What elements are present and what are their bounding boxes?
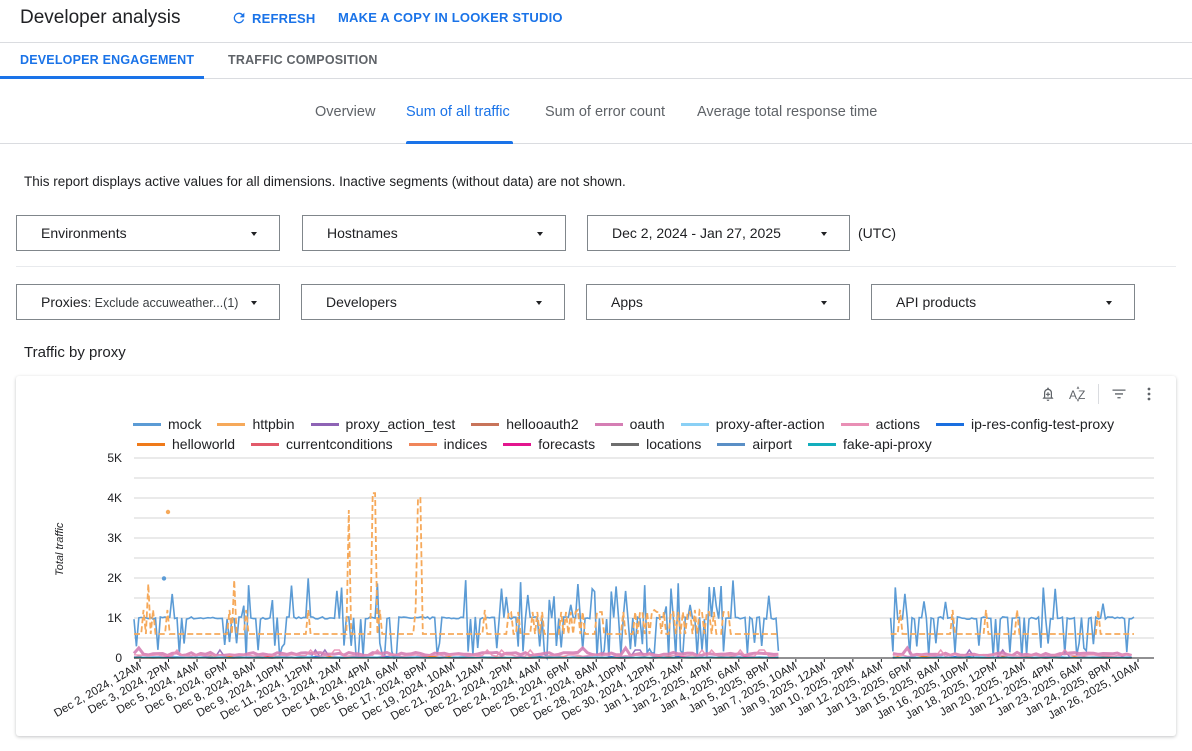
refresh-icon: [233, 12, 245, 24]
traffic-line-chart: 01K2K3K4K5KDec 2, 2024, 12AMDec 3, 2024,…: [52, 451, 1154, 723]
top-bar: Developer analysis REFRESH MAKE A COPY I…: [0, 0, 1192, 43]
dropdown-caret-icon: [251, 301, 257, 305]
date-range-label: Dec 2, 2024 - Jan 27, 2025: [612, 225, 781, 241]
tab-developer-engagement[interactable]: DEVELOPER ENGAGEMENT: [20, 53, 194, 67]
refresh-button[interactable]: REFRESH: [231, 10, 316, 26]
developers-label: Developers: [326, 294, 397, 310]
y-tick-label: 0: [115, 651, 122, 665]
series-point-httpbin: [165, 509, 171, 515]
report-note: This report displays active values for a…: [24, 174, 626, 189]
sub-tabs: Overview Sum of all traffic Sum of error…: [0, 80, 1192, 144]
apps-label: Apps: [611, 294, 643, 310]
y-tick-label: 3K: [107, 531, 122, 545]
hostnames-label: Hostnames: [327, 225, 398, 241]
y-tick-label: 4K: [107, 491, 122, 505]
apps-dropdown[interactable]: Apps: [586, 284, 850, 320]
make-copy-button[interactable]: MAKE A COPY IN LOOKER STUDIO: [338, 10, 563, 25]
timezone-label: (UTC): [858, 225, 897, 241]
dropdown-caret-icon: [821, 232, 827, 236]
main-tabs: DEVELOPER ENGAGEMENT TRAFFIC COMPOSITION: [0, 43, 1192, 79]
hostnames-dropdown[interactable]: Hostnames: [302, 215, 566, 251]
subtab-sum-of-error-count[interactable]: Sum of error count: [545, 104, 665, 120]
environments-label: Environments: [41, 225, 127, 241]
traffic-chart-card: AZ mock httpbin proxy_action_test hellooaut…: [16, 376, 1176, 736]
refresh-label: REFRESH: [252, 10, 316, 26]
y-tick-label: 2K: [107, 571, 122, 585]
tab-traffic-composition[interactable]: TRAFFIC COMPOSITION: [228, 53, 378, 67]
date-range-picker[interactable]: Dec 2, 2024 - Jan 27, 2025: [587, 215, 850, 251]
active-subtab-indicator: [406, 141, 513, 144]
y-tick-label: 5K: [107, 451, 122, 465]
series-line-httpbin: [134, 492, 1134, 635]
api-products-label: API products: [896, 294, 977, 310]
y-tick-label: 1K: [107, 611, 122, 625]
series-point-mock: [161, 576, 167, 581]
subtab-sum-of-all-traffic[interactable]: Sum of all traffic: [406, 104, 510, 120]
proxies-dropdown[interactable]: Proxies: Exclude accuweather...(1): [16, 284, 280, 320]
chart-section-title: Traffic by proxy: [24, 344, 126, 361]
dropdown-caret-icon: [821, 301, 827, 305]
developers-dropdown[interactable]: Developers: [301, 284, 565, 320]
active-tab-indicator: [0, 76, 204, 79]
dropdown-caret-icon: [1106, 301, 1112, 305]
proxies-field-name: Proxies: [41, 294, 88, 310]
subtab-average-response-time[interactable]: Average total response time: [697, 104, 877, 120]
proxies-filter-value: : Exclude accuweather...(1): [87, 296, 239, 310]
environments-dropdown[interactable]: Environments: [16, 215, 280, 251]
page-title: Developer analysis: [20, 7, 181, 28]
dropdown-caret-icon: [537, 232, 543, 236]
subtab-overview[interactable]: Overview: [315, 104, 375, 120]
make-copy-label: MAKE A COPY IN LOOKER STUDIO: [338, 10, 563, 25]
proxies-label: Proxies: Exclude accuweather...(1): [41, 294, 238, 310]
filter-divider: [16, 266, 1176, 267]
dropdown-caret-icon: [536, 301, 542, 305]
api-products-dropdown[interactable]: API products: [871, 284, 1135, 320]
dropdown-caret-icon: [251, 232, 257, 236]
